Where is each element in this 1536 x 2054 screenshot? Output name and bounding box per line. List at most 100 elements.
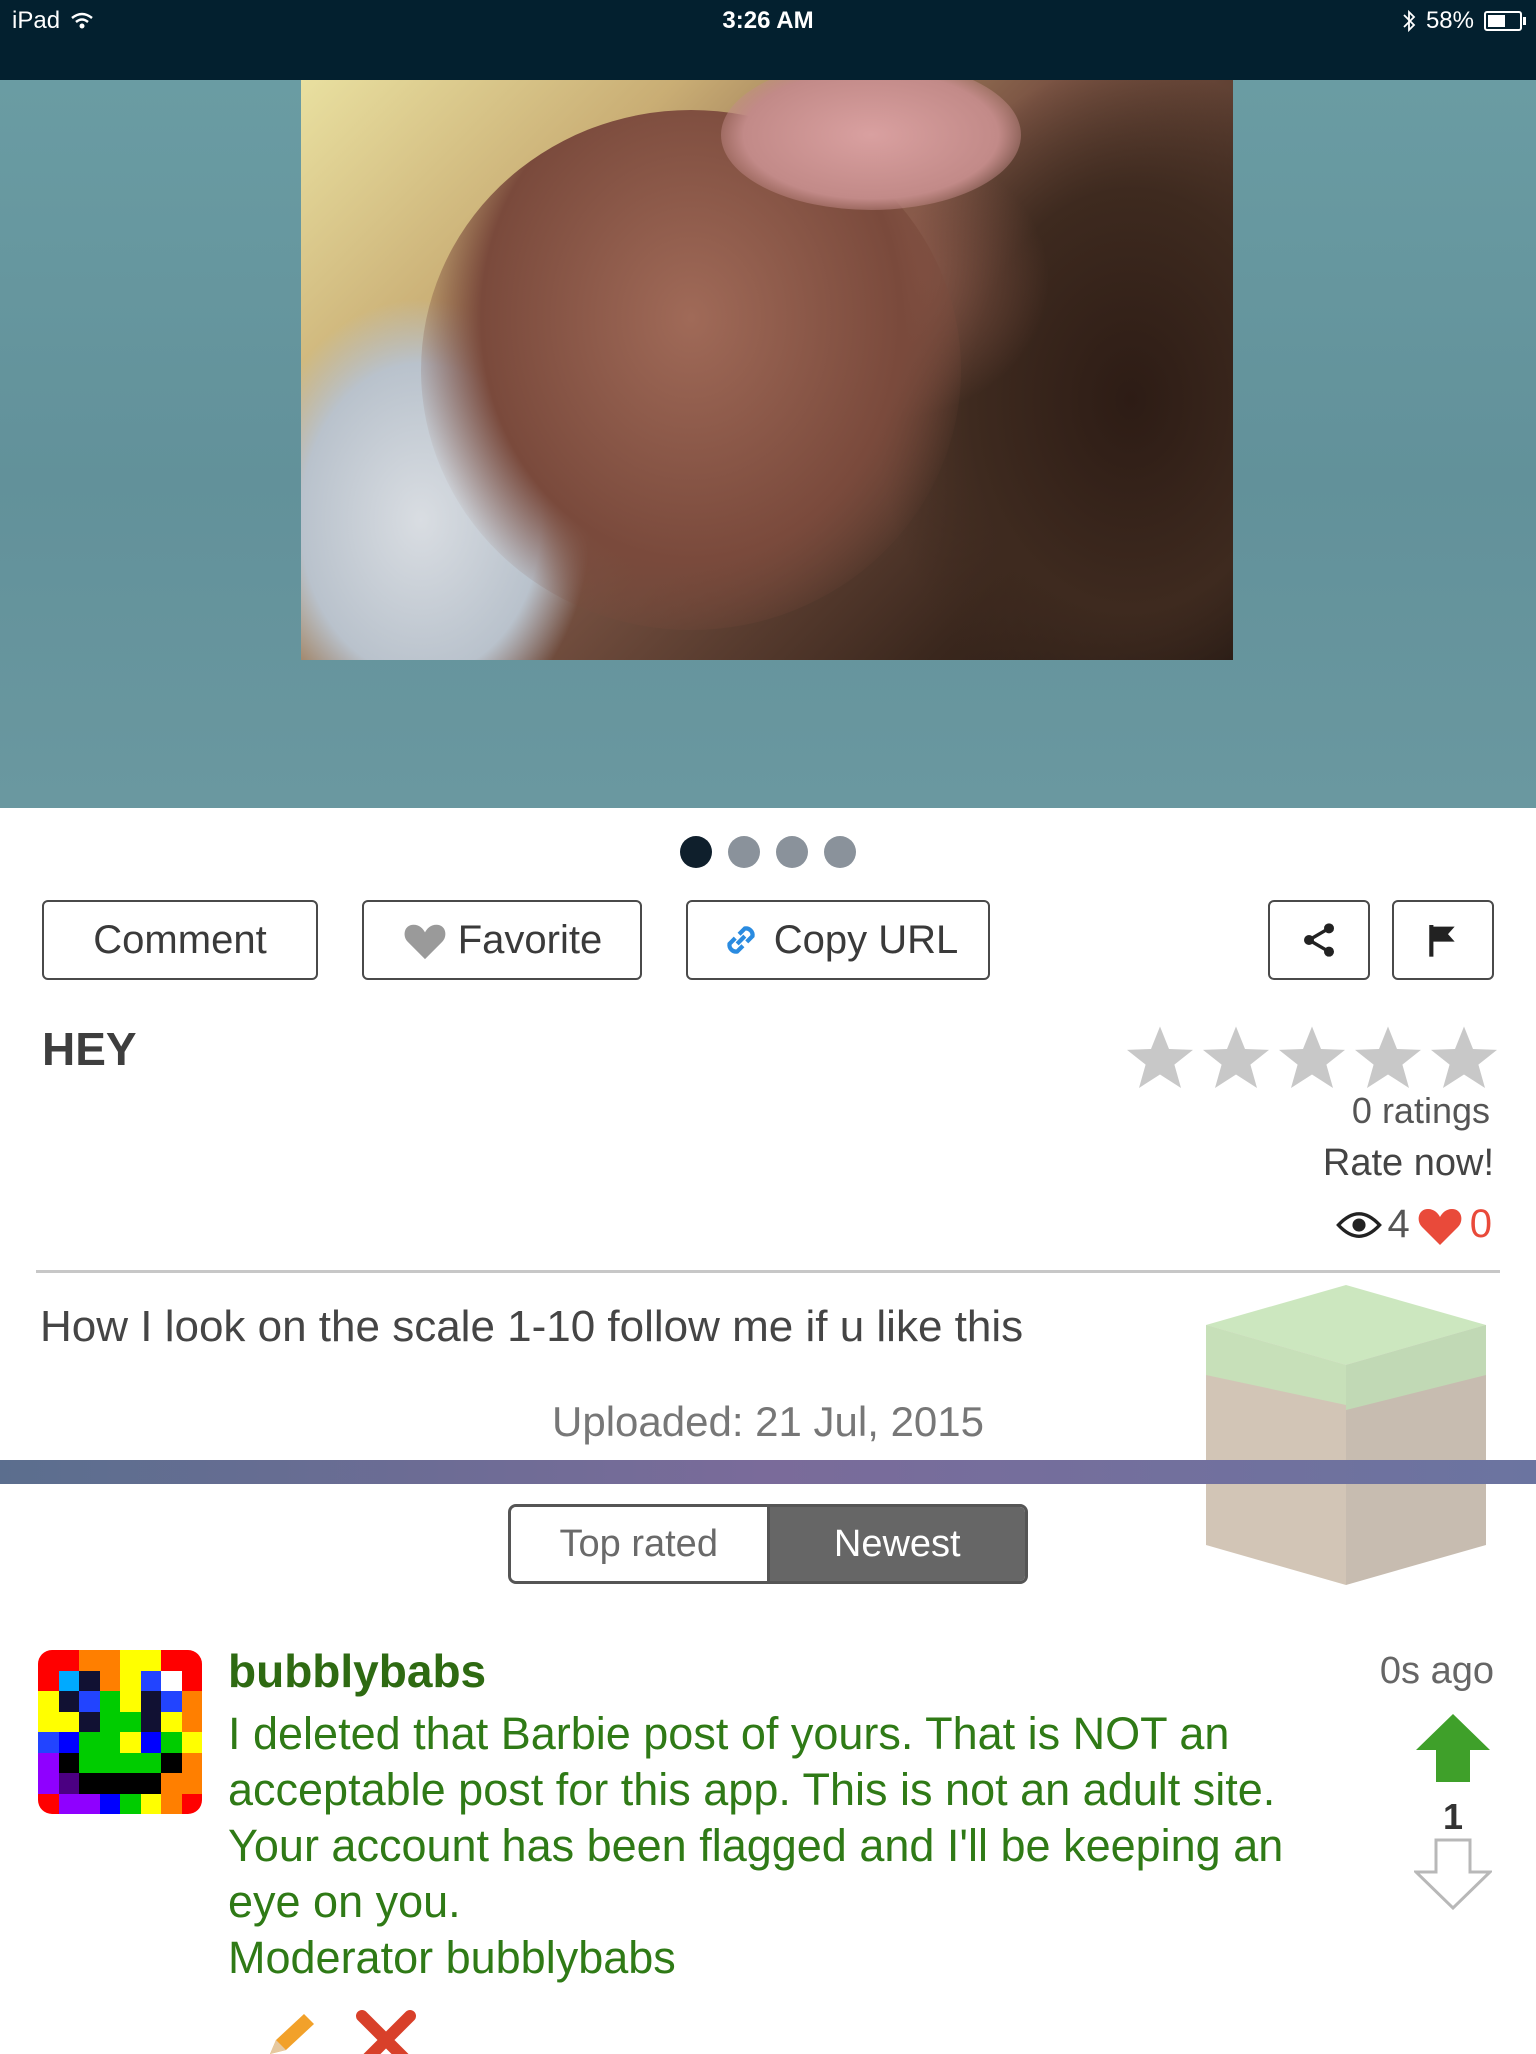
avatar-pixel	[161, 1732, 182, 1753]
avatar-pixel	[58, 1793, 79, 1814]
avatar-pixel	[58, 1670, 79, 1691]
avatar-pixel	[181, 1752, 202, 1773]
post-photo[interactable]	[301, 80, 1233, 660]
eye-icon	[1335, 1211, 1382, 1238]
avatar-pixel	[140, 1752, 161, 1773]
avatar-pixel	[120, 1711, 141, 1732]
favorite-button[interactable]: Favorite	[362, 900, 642, 980]
post-description: How I look on the scale 1-10 follow me i…	[40, 1302, 1024, 1351]
page-dot[interactable]	[680, 836, 712, 868]
link-icon	[727, 926, 755, 954]
avatar-pixel	[58, 1732, 79, 1753]
share-button[interactable]	[1268, 900, 1370, 980]
avatar-pixel	[58, 1711, 79, 1732]
status-right: 58%	[1402, 7, 1526, 35]
avatar-pixel	[140, 1773, 161, 1794]
rate-now-link[interactable]: Rate now!	[1323, 1142, 1494, 1185]
avatar-pixel	[120, 1650, 141, 1671]
status-bar: iPad 3:26 AM 58%	[0, 0, 1536, 80]
vote-count: 1	[1442, 1796, 1464, 1837]
avatar-pixel	[161, 1670, 182, 1691]
divider	[36, 1270, 1500, 1273]
avatar-pixel	[38, 1650, 59, 1671]
rating-stars[interactable]	[1124, 1022, 1500, 1094]
avatar-pixel	[140, 1650, 161, 1671]
avatar-pixel	[99, 1670, 120, 1691]
ratings-count: 0 ratings	[1351, 1090, 1490, 1131]
tab-top-rated[interactable]: Top rated	[511, 1507, 767, 1581]
comment-author[interactable]: bubblybabs	[228, 1644, 486, 1698]
comment-text: I deleted that Barbie post of yours. Tha…	[228, 1706, 1358, 1986]
upvote-arrow-icon[interactable]	[1414, 1712, 1492, 1784]
post-title: HEY	[42, 1023, 137, 1075]
avatar-pixel	[181, 1732, 202, 1753]
avatar-pixel	[99, 1711, 120, 1732]
avatar-pixel	[99, 1773, 120, 1794]
comment-button[interactable]: Comment	[42, 900, 318, 980]
page-dot[interactable]	[728, 836, 760, 868]
status-time: 3:26 AM	[722, 7, 814, 34]
avatar-pixel	[181, 1711, 202, 1732]
favorite-button-label: Favorite	[457, 917, 603, 962]
avatar-pixel	[38, 1711, 59, 1732]
comment-time: 0s ago	[1379, 1650, 1494, 1692]
avatar-pixel	[79, 1793, 100, 1814]
likes-count: 0	[1469, 1202, 1492, 1246]
avatar-pixel	[140, 1732, 161, 1753]
share-icon	[1304, 923, 1334, 957]
avatar-pixel	[161, 1793, 182, 1814]
tab-newest[interactable]: Newest	[766, 1507, 1025, 1581]
star-icon[interactable]	[1276, 1022, 1348, 1094]
avatar-pixel	[38, 1752, 59, 1773]
star-icon[interactable]	[1352, 1022, 1424, 1094]
avatar-pixel	[38, 1732, 59, 1753]
avatar-pixel	[79, 1711, 100, 1732]
delete-x-icon[interactable]	[356, 2010, 416, 2054]
avatar-pixel	[120, 1752, 141, 1773]
star-icon[interactable]	[1124, 1022, 1196, 1094]
copy-url-button[interactable]: Copy URL	[686, 900, 990, 980]
avatar-pixel	[38, 1773, 59, 1794]
avatar-pixel	[161, 1711, 182, 1732]
star-icon[interactable]	[1200, 1022, 1272, 1094]
views-count: 4	[1387, 1202, 1410, 1246]
comment-line: I deleted that Barbie post of yours. Tha…	[228, 1708, 1230, 1759]
flag-button[interactable]	[1392, 900, 1494, 980]
avatar-pixel	[79, 1650, 100, 1671]
battery-percent: 58%	[1425, 7, 1474, 34]
comment-line: acceptable post for this app. This is no…	[228, 1764, 1276, 1815]
avatar-pixel	[120, 1773, 141, 1794]
avatar-pixel	[161, 1650, 182, 1671]
bluetooth-icon	[1403, 9, 1416, 33]
edit-pencil-icon[interactable]	[262, 2014, 316, 2054]
comment-line: Moderator bubblybabs	[228, 1932, 676, 1983]
avatar-pixel	[99, 1752, 120, 1773]
avatar-pixel	[181, 1650, 202, 1671]
battery-icon	[1484, 11, 1526, 31]
page-dot[interactable]	[824, 836, 856, 868]
avatar-pixel	[181, 1793, 202, 1814]
avatar-pixel	[58, 1691, 79, 1712]
page-dot[interactable]	[776, 836, 808, 868]
avatar-pixel	[79, 1732, 100, 1753]
avatar[interactable]	[38, 1650, 202, 1814]
post-stats: 4 0	[1335, 1202, 1492, 1247]
avatar-pixel	[120, 1670, 141, 1691]
avatar-pixel	[140, 1793, 161, 1814]
avatar-pixel	[161, 1773, 182, 1794]
avatar-pixel	[140, 1691, 161, 1712]
downvote-arrow-icon[interactable]	[1414, 1838, 1492, 1910]
avatar-pixel	[58, 1752, 79, 1773]
sort-tabs: Top rated Newest	[508, 1504, 1028, 1584]
avatar-pixel	[99, 1691, 120, 1712]
avatar-pixel	[181, 1691, 202, 1712]
comment-line: eye on you.	[228, 1876, 461, 1927]
star-icon[interactable]	[1428, 1022, 1500, 1094]
avatar-pixel	[120, 1793, 141, 1814]
avatar-pixel	[99, 1732, 120, 1753]
avatar-pixel	[181, 1670, 202, 1691]
flag-icon	[1429, 925, 1455, 957]
avatar-pixel	[58, 1773, 79, 1794]
avatar-pixel	[79, 1773, 100, 1794]
avatar-pixel	[79, 1752, 100, 1773]
